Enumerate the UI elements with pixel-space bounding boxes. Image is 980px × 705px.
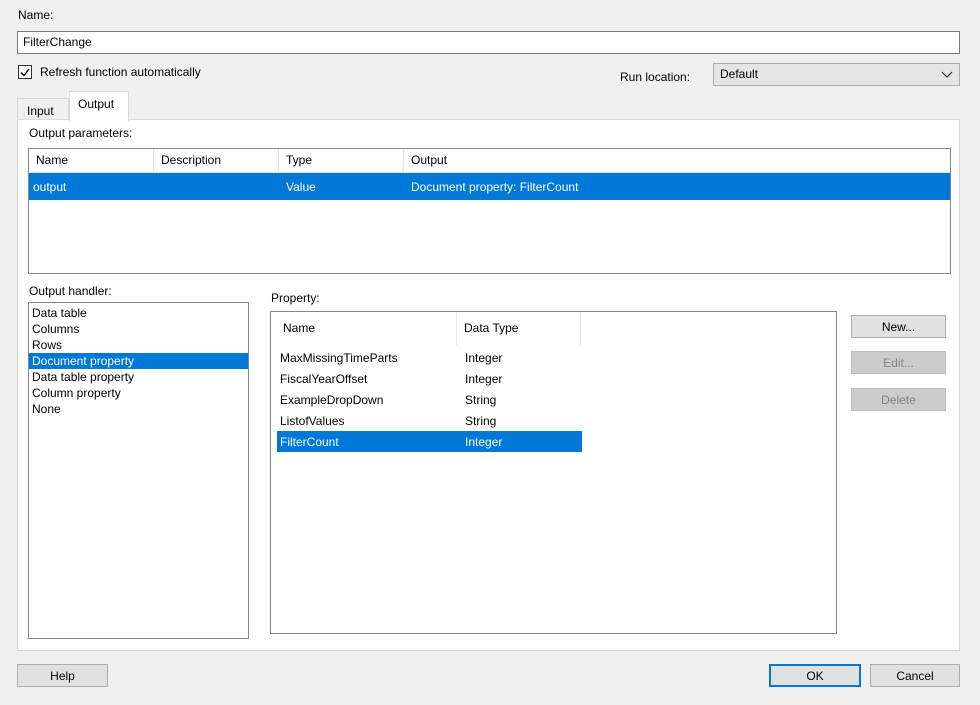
cell-type: String: [465, 392, 497, 407]
name-input[interactable]: FilterChange: [17, 31, 960, 54]
list-item[interactable]: Data table property: [29, 369, 248, 385]
column-header-description[interactable]: Description: [154, 149, 279, 172]
column-header-name[interactable]: Name: [276, 312, 457, 345]
delete-button[interactable]: Delete: [851, 388, 946, 411]
cell-name: FiscalYearOffset: [280, 371, 368, 386]
cancel-button[interactable]: Cancel: [870, 664, 960, 687]
check-icon: [20, 68, 30, 77]
ok-button[interactable]: OK: [769, 664, 861, 687]
run-location-value: Default: [720, 67, 759, 81]
table-row-selected[interactable]: FilterCount Integer: [277, 431, 582, 452]
chevron-down-icon: [941, 67, 953, 85]
table-header: Name Description Type Output: [29, 149, 950, 173]
cell-output: Document property: FilterCount: [411, 179, 579, 194]
new-button[interactable]: New...: [851, 315, 946, 338]
edit-button[interactable]: Edit...: [851, 351, 946, 374]
cell-type: Integer: [465, 350, 503, 365]
list-item[interactable]: None: [29, 401, 248, 417]
list-item[interactable]: Column property: [29, 385, 248, 401]
list-item[interactable]: Data table: [29, 305, 248, 321]
cell-name: MaxMissingTimeParts: [280, 350, 398, 365]
cell-type: Value: [286, 179, 316, 194]
cell-name: ListofValues: [280, 413, 345, 428]
property-label: Property:: [271, 291, 320, 305]
output-handler-label: Output handler:: [29, 284, 112, 298]
cell-name: FilterCount: [280, 434, 339, 449]
cell-type: Integer: [465, 434, 503, 449]
table-row[interactable]: FiscalYearOffset Integer: [277, 368, 582, 389]
cell-name: ExampleDropDown: [280, 392, 384, 407]
cell-type: String: [465, 413, 497, 428]
list-item[interactable]: Rows: [29, 337, 248, 353]
run-location-select[interactable]: Default: [713, 63, 960, 86]
output-parameters-label: Output parameters:: [29, 126, 133, 140]
table-row[interactable]: ListofValues String: [277, 410, 582, 431]
column-header-type[interactable]: Type: [279, 149, 404, 172]
tab-input[interactable]: Input: [17, 98, 69, 119]
table-header: Name Data Type: [271, 312, 836, 345]
column-header-name[interactable]: Name: [29, 149, 154, 172]
help-button[interactable]: Help: [17, 664, 108, 687]
cell-name: output: [33, 179, 67, 194]
list-item[interactable]: Columns: [29, 321, 248, 337]
table-row[interactable]: ExampleDropDown String: [277, 389, 582, 410]
list-item-selected[interactable]: Document property: [29, 353, 248, 369]
property-table[interactable]: Name Data Type MaxMissingTimeParts Integ…: [270, 311, 837, 634]
table-row[interactable]: output Value Document property: FilterCo…: [29, 173, 950, 200]
name-label: Name:: [18, 8, 54, 22]
cell-type: Integer: [465, 371, 503, 386]
column-header-data-type[interactable]: Data Type: [457, 312, 581, 345]
refresh-checkbox[interactable]: [18, 65, 32, 79]
column-header-output[interactable]: Output: [404, 149, 950, 172]
table-row[interactable]: MaxMissingTimeParts Integer: [277, 347, 582, 368]
tab-output[interactable]: Output: [69, 91, 129, 121]
output-parameters-table[interactable]: Name Description Type Output output Valu…: [28, 148, 951, 274]
output-handler-list[interactable]: Data table Columns Rows Document propert…: [28, 302, 249, 639]
refresh-label[interactable]: Refresh function automatically: [40, 65, 201, 79]
run-location-label: Run location:: [620, 70, 691, 84]
